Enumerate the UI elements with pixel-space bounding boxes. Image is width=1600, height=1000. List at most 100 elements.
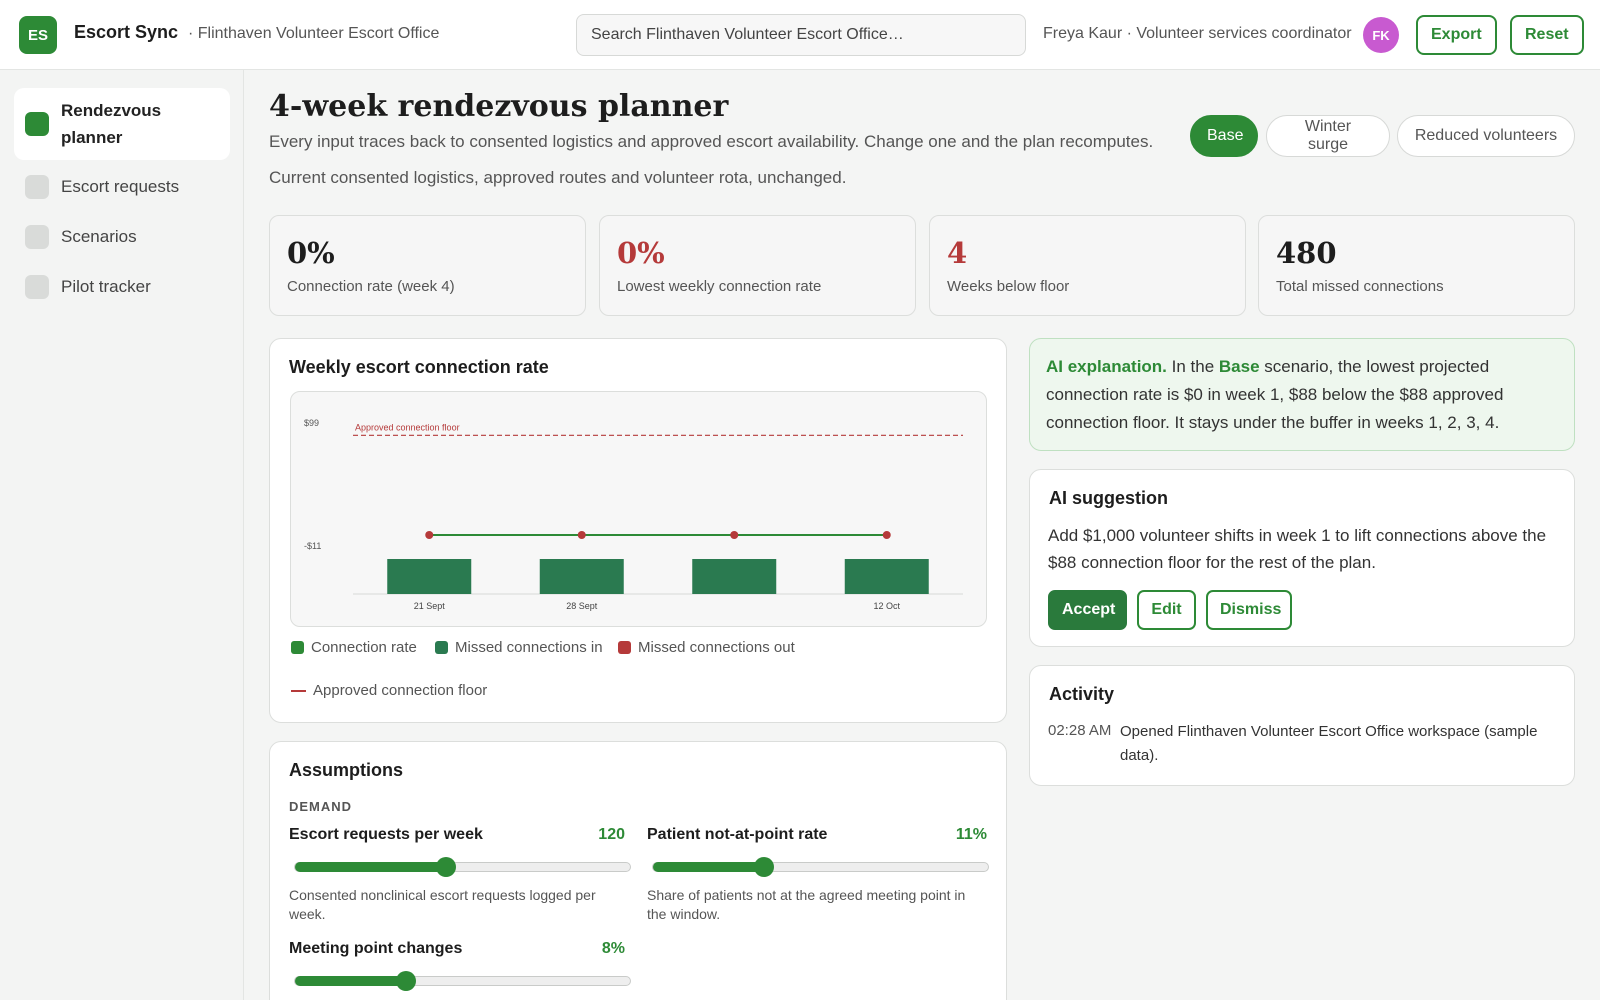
nav-square-icon [25, 275, 49, 299]
reset-button[interactable]: Reset [1510, 15, 1584, 55]
scenario-reduced-volunteers-button[interactable]: Reduced volunteers [1397, 115, 1575, 157]
page-subtitle: Every input traces back to consented log… [269, 132, 1154, 151]
activity-time: 02:28 AM [1048, 722, 1112, 739]
legend-label: Approved connection floor [313, 682, 488, 699]
ai-explanation-text: In the [1166, 357, 1219, 376]
meeting-point-slider[interactable] [294, 971, 631, 991]
nav-square-icon [25, 175, 49, 199]
slider-value: 8% [601, 940, 625, 957]
floor-label: Approved connection floor [355, 422, 460, 432]
chart-point [425, 531, 434, 539]
nav-square-icon [25, 225, 49, 249]
chart-bar [539, 559, 624, 594]
kpi-card-lowest-rate: 0% Lowest weekly connection rate [599, 215, 916, 316]
legend-swatch [291, 641, 304, 654]
sidebar-item-rendezvous-planner[interactable]: Rendezvous planner [14, 88, 230, 160]
x-tick-label: 28 Sept [566, 601, 598, 611]
kpi-label: Connection rate (week 4) [287, 278, 455, 295]
slider-label: Meeting point changes [289, 940, 463, 957]
sidebar-item-label: Scenarios [61, 227, 137, 246]
ai-suggestion-title: AI suggestion [1049, 488, 1169, 508]
slider-value: 120 [598, 826, 625, 843]
chart-title: Weekly escort connection rate [289, 357, 549, 377]
sidebar-item-label: Pilot tracker [61, 277, 151, 296]
y-tick-label: -$11 [304, 541, 321, 551]
activity-text: Opened Flinthaven Volunteer Escort Offic… [1120, 723, 1538, 764]
slider-label: Escort requests per week [289, 826, 483, 843]
legend-connection-rate: Connection rate [291, 639, 417, 656]
slider-value: 11% [955, 826, 987, 843]
slider-handle[interactable] [753, 857, 774, 877]
assumptions-card: Assumptions DEMAND Escort requests per w… [269, 741, 1007, 1000]
slider-help: Consented nonclinical escort requests lo… [289, 887, 596, 922]
section-label: DEMAND [289, 799, 353, 814]
kpi-card-weeks-below-floor: 4 Weeks below floor [929, 215, 1246, 316]
activity-title: Activity [1049, 684, 1115, 704]
user-name: Freya Kaur · Volunteer services coordina… [1043, 25, 1352, 42]
edit-button[interactable]: Edit [1137, 590, 1196, 630]
sidebar-item-label: Escort requests [61, 177, 180, 196]
not-at-point-slider[interactable] [652, 857, 989, 877]
ai-suggestion-text: Add $1,000 volunteer shifts in week 1 to… [1048, 526, 1547, 572]
slider-fill [295, 976, 406, 986]
slider-help: Share of patients not at the agreed meet… [647, 887, 966, 922]
chart-point [577, 531, 586, 539]
sidebar-item-pilot-tracker[interactable]: Pilot tracker [14, 270, 230, 304]
y-tick-label: $99 [304, 418, 319, 428]
legend-missed-out: Missed connections out [618, 639, 795, 656]
chart-point [882, 531, 891, 539]
export-button[interactable]: Export [1416, 15, 1497, 55]
kpi-card-connection-rate: 0% Connection rate (week 4) [269, 215, 586, 316]
legend-floor: Approved connection floor [291, 682, 487, 699]
slider-fill [295, 862, 446, 872]
accept-button[interactable]: Accept [1048, 590, 1127, 630]
legend-label: Missed connections in [455, 639, 603, 656]
slider-handle[interactable] [395, 971, 416, 991]
ai-explanation: AI explanation. In the Base scenario, th… [1029, 338, 1575, 451]
ai-suggestion-card: AI suggestion Add $1,000 volunteer shift… [1029, 469, 1575, 647]
legend-missed-in: Missed connections in [435, 639, 603, 656]
kpi-card-missed-connections: 480 Total missed connections [1258, 215, 1575, 316]
slider-handle[interactable] [435, 857, 456, 877]
scenario-winter-surge-button[interactable]: Winter surge [1266, 115, 1390, 157]
assumptions-title: Assumptions [289, 760, 404, 780]
chart-bar [387, 559, 472, 594]
chart-point [730, 531, 739, 539]
kpi-value: 0% [617, 236, 665, 270]
chart-bar [692, 559, 777, 594]
legend-label: Connection rate [311, 639, 417, 656]
sidebar-item-escort-requests[interactable]: Escort requests [14, 170, 230, 204]
top-bar: ES Escort Sync · Flinthaven Volunteer Es… [0, 0, 1600, 70]
app-logo: ES [19, 16, 57, 54]
kpi-label: Lowest weekly connection rate [617, 278, 822, 295]
chart-area: $99 -$11 Approved connection floor 21 Sept 2… [290, 391, 987, 627]
scenario-base-button[interactable]: Base [1190, 115, 1258, 157]
kpi-label: Total missed connections [1276, 278, 1444, 295]
kpi-label: Weeks below floor [947, 278, 1070, 295]
sidebar: Rendezvous planner Escort requests Scena… [0, 70, 244, 1000]
dismiss-button[interactable]: Dismiss [1206, 590, 1292, 630]
legend-swatch [618, 641, 631, 654]
slider-label: Patient not-at-point rate [647, 826, 828, 843]
kpi-value: 480 [1276, 236, 1337, 270]
chart-svg: $99 -$11 Approved connection floor 21 Sept 2… [304, 418, 963, 611]
ai-explanation-scenario: Base [1218, 357, 1260, 376]
legend-line [291, 689, 306, 692]
slider-fill [653, 862, 764, 872]
search-input[interactable] [576, 14, 1026, 56]
kpi-value: 4 [947, 236, 968, 270]
legend-label: Missed connections out [638, 639, 795, 656]
scenario-description: Current consented logistics, approved ro… [269, 168, 847, 187]
ai-explanation-prefix: AI explanation. [1046, 357, 1167, 376]
legend-swatch [435, 641, 448, 654]
activity-card: Activity 02:28 AM Opened Flinthaven Volu… [1029, 665, 1575, 786]
x-tick-label: 12 Oct [873, 601, 900, 611]
app-name: Escort Sync [74, 22, 179, 42]
org-name: · Flinthaven Volunteer Escort Office [188, 25, 440, 42]
escort-requests-slider[interactable] [294, 857, 631, 877]
avatar[interactable]: FK [1363, 17, 1399, 53]
page-title: 4-week rendezvous planner [269, 89, 729, 124]
sidebar-item-scenarios[interactable]: Scenarios [14, 220, 230, 254]
chart-bar [844, 559, 929, 594]
sidebar-item-label: Rendezvous planner [61, 101, 162, 147]
